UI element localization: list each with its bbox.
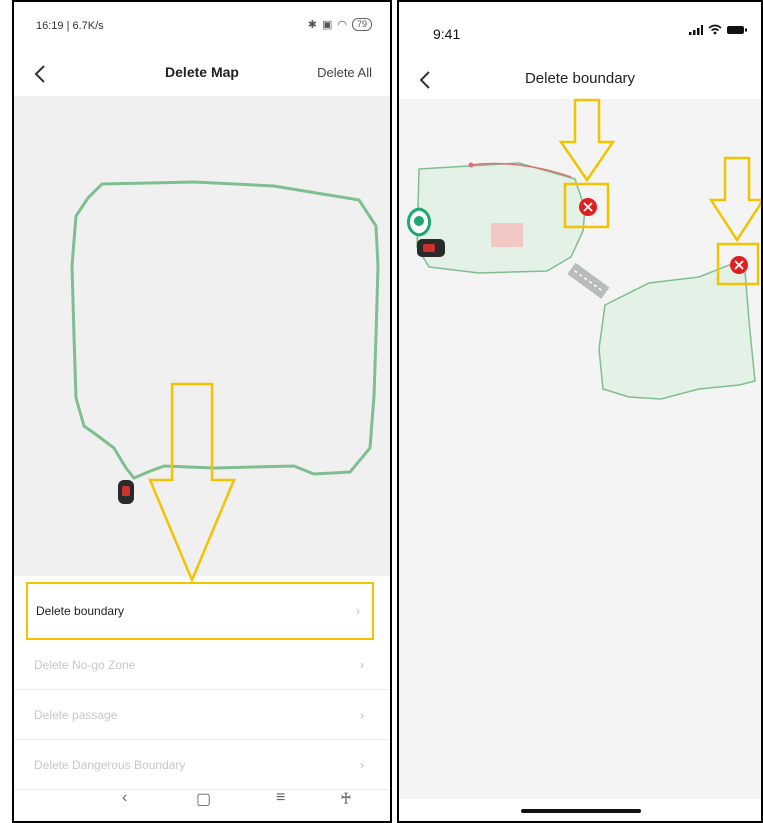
delete-marker-icon [579,198,597,216]
nav-menu-icon[interactable]: ≡ [276,789,285,807]
menu-item-label: Delete Dangerous Boundary [34,757,186,772]
nav-home-icon[interactable]: ▢ [196,789,211,809]
system-nav-bar: ‹ ▢ ≡ ♰ [14,781,390,821]
battery-level: 79 [351,18,372,31]
chevron-right-icon: › [360,707,364,722]
page-title: Delete boundary [524,70,636,87]
menu-item-label: Delete No-go Zone [34,657,136,672]
map-canvas[interactable] [14,96,390,576]
status-time: 9:41 [433,26,461,42]
mower-icon [118,480,134,504]
charging-station-icon [407,207,431,237]
chevron-right-icon: › [356,604,360,618]
chevron-right-icon: › [360,657,364,672]
no-go-zone [491,223,523,247]
menu-item-delete-boundary[interactable]: Delete boundary › [26,582,374,640]
left-phone-screen: 16:19 | 6.7K/s ✱ ▣ ◠ 79 Delete Map Delet… [12,0,392,823]
status-icons: ✱ ▣ ◠ 79 [308,18,372,31]
home-indicator[interactable] [521,809,641,813]
wifi-icon [708,24,722,35]
accessibility-icon[interactable]: ♰ [340,789,352,809]
status-time: 16:19 | 6.7K/s [36,20,104,32]
menu-item-delete-passage[interactable]: Delete passage › [14,690,390,740]
right-phone-screen: 9:41 Delete boundary [397,0,763,823]
bluetooth-icon: ✱ [307,19,317,31]
status-bar: 16:19 | 6.7K/s ✱ ▣ ◠ 79 [14,2,390,42]
wifi-icon: ◠ [337,19,347,31]
delete-all-button[interactable]: Delete All [317,65,372,80]
status-icons [689,24,747,35]
battery-icon [727,25,747,34]
map-canvas[interactable] [399,99,761,799]
delete-menu: Delete boundary › Delete No-go Zone › De… [14,582,390,790]
passage [567,262,610,299]
chevron-right-icon: › [360,757,364,772]
mower-icon [417,239,445,257]
signal-icon: ▣ [321,19,333,31]
nav-back-icon[interactable]: ‹ [122,789,127,807]
signal-icon [689,24,703,35]
app-header: Delete boundary [399,50,761,96]
status-bar: 9:41 [399,2,761,42]
lawn-boundary [70,180,380,480]
lawn-zone-2 [598,264,756,400]
delete-marker-icon [730,256,748,274]
lawn-zone-1 [416,162,586,274]
menu-item-label: Delete boundary [36,604,125,618]
app-header: Delete Map Delete All [14,50,390,96]
menu-item-label: Delete passage [34,707,118,722]
menu-item-delete-no-go-zone[interactable]: Delete No-go Zone › [14,640,390,690]
